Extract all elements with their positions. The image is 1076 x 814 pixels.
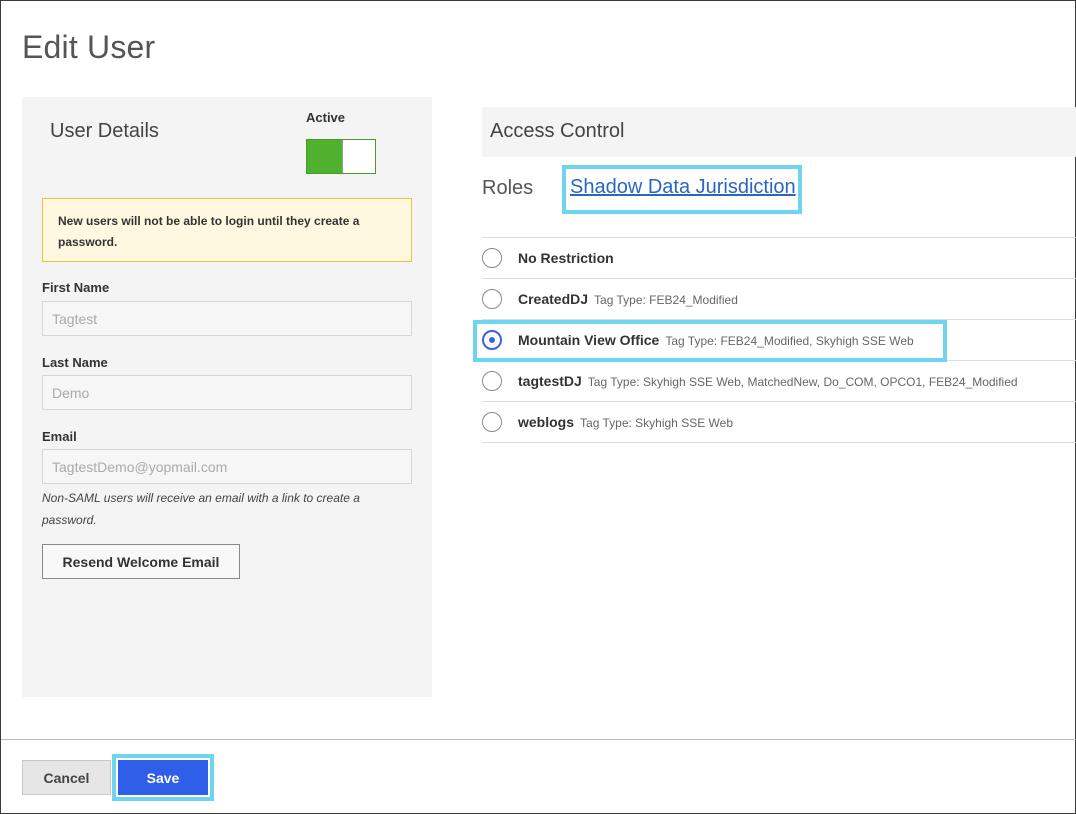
footer-divider <box>1 739 1076 740</box>
email-hint: Non-SAML users will receive an email wit… <box>42 491 360 527</box>
access-control-heading: Access Control <box>490 120 625 142</box>
email-field[interactable] <box>42 449 412 484</box>
option-tag-type: Tag Type: Skyhigh SSE Web <box>580 416 733 430</box>
toggle-on-fill <box>307 140 342 173</box>
option-label: weblogs Tag Type: Skyhigh SSE Web <box>518 414 733 430</box>
last-name-label: Last Name <box>42 355 108 370</box>
option-label: tagtestDJ Tag Type: Skyhigh SSE Web, Matc… <box>518 373 1018 389</box>
access-control-header: Access Control <box>482 107 1076 157</box>
page-title: Edit User <box>22 29 156 65</box>
edit-user-dialog: Edit User User Details Active New users … <box>0 0 1076 814</box>
active-label: Active <box>306 110 346 125</box>
user-details-heading: User Details <box>50 120 159 142</box>
tab-highlight-box: Shadow Data Jurisdiction <box>562 165 802 214</box>
option-name: CreatedDJ <box>518 291 589 307</box>
user-details-panel: User Details Active New users will not b… <box>22 97 432 697</box>
radio-button-selected[interactable] <box>482 330 502 350</box>
option-row[interactable]: tagtestDJ Tag Type: Skyhigh SSE Web, Matc… <box>482 361 1076 402</box>
option-row[interactable]: weblogs Tag Type: Skyhigh SSE Web <box>482 402 1076 443</box>
cancel-button[interactable]: Cancel <box>22 760 111 795</box>
radio-button[interactable] <box>482 371 502 391</box>
toggle-divider <box>342 140 343 173</box>
resend-welcome-email-button[interactable]: Resend Welcome Email <box>42 544 240 579</box>
option-tag-type: Tag Type: FEB24_Modified <box>594 293 738 307</box>
active-toggle[interactable] <box>306 139 376 174</box>
radio-button[interactable] <box>482 412 502 432</box>
radio-button[interactable] <box>482 248 502 268</box>
option-row[interactable]: Mountain View Office Tag Type: FEB24_Modi… <box>482 320 1076 361</box>
save-button[interactable]: Save <box>118 760 208 795</box>
login-notice: New users will not be able to login unti… <box>42 198 412 262</box>
option-label: No Restriction <box>518 250 614 266</box>
option-row[interactable]: No Restriction <box>482 238 1076 279</box>
option-name: Mountain View Office <box>518 332 660 348</box>
option-label: Mountain View Office Tag Type: FEB24_Modi… <box>518 332 914 348</box>
option-name: No Restriction <box>518 250 614 266</box>
option-label: CreatedDJ Tag Type: FEB24_Modified <box>518 291 738 307</box>
first-name-label: First Name <box>42 280 110 295</box>
radio-button[interactable] <box>482 289 502 309</box>
option-row[interactable]: CreatedDJ Tag Type: FEB24_Modified <box>482 279 1076 320</box>
first-name-field[interactable] <box>42 301 412 336</box>
save-highlight-box: Save <box>112 754 214 801</box>
tab-shadow-data-jurisdiction[interactable]: Shadow Data Jurisdiction <box>570 176 796 199</box>
last-name-field[interactable] <box>42 375 412 410</box>
option-tag-type: Tag Type: FEB24_Modified, Skyhigh SSE We… <box>665 334 914 348</box>
tab-roles[interactable]: Roles <box>482 177 533 200</box>
option-tag-type: Tag Type: Skyhigh SSE Web, MatchedNew, D… <box>587 375 1018 389</box>
email-label: Email <box>42 429 77 444</box>
option-name: weblogs <box>518 414 575 430</box>
option-name: tagtestDJ <box>518 373 582 389</box>
